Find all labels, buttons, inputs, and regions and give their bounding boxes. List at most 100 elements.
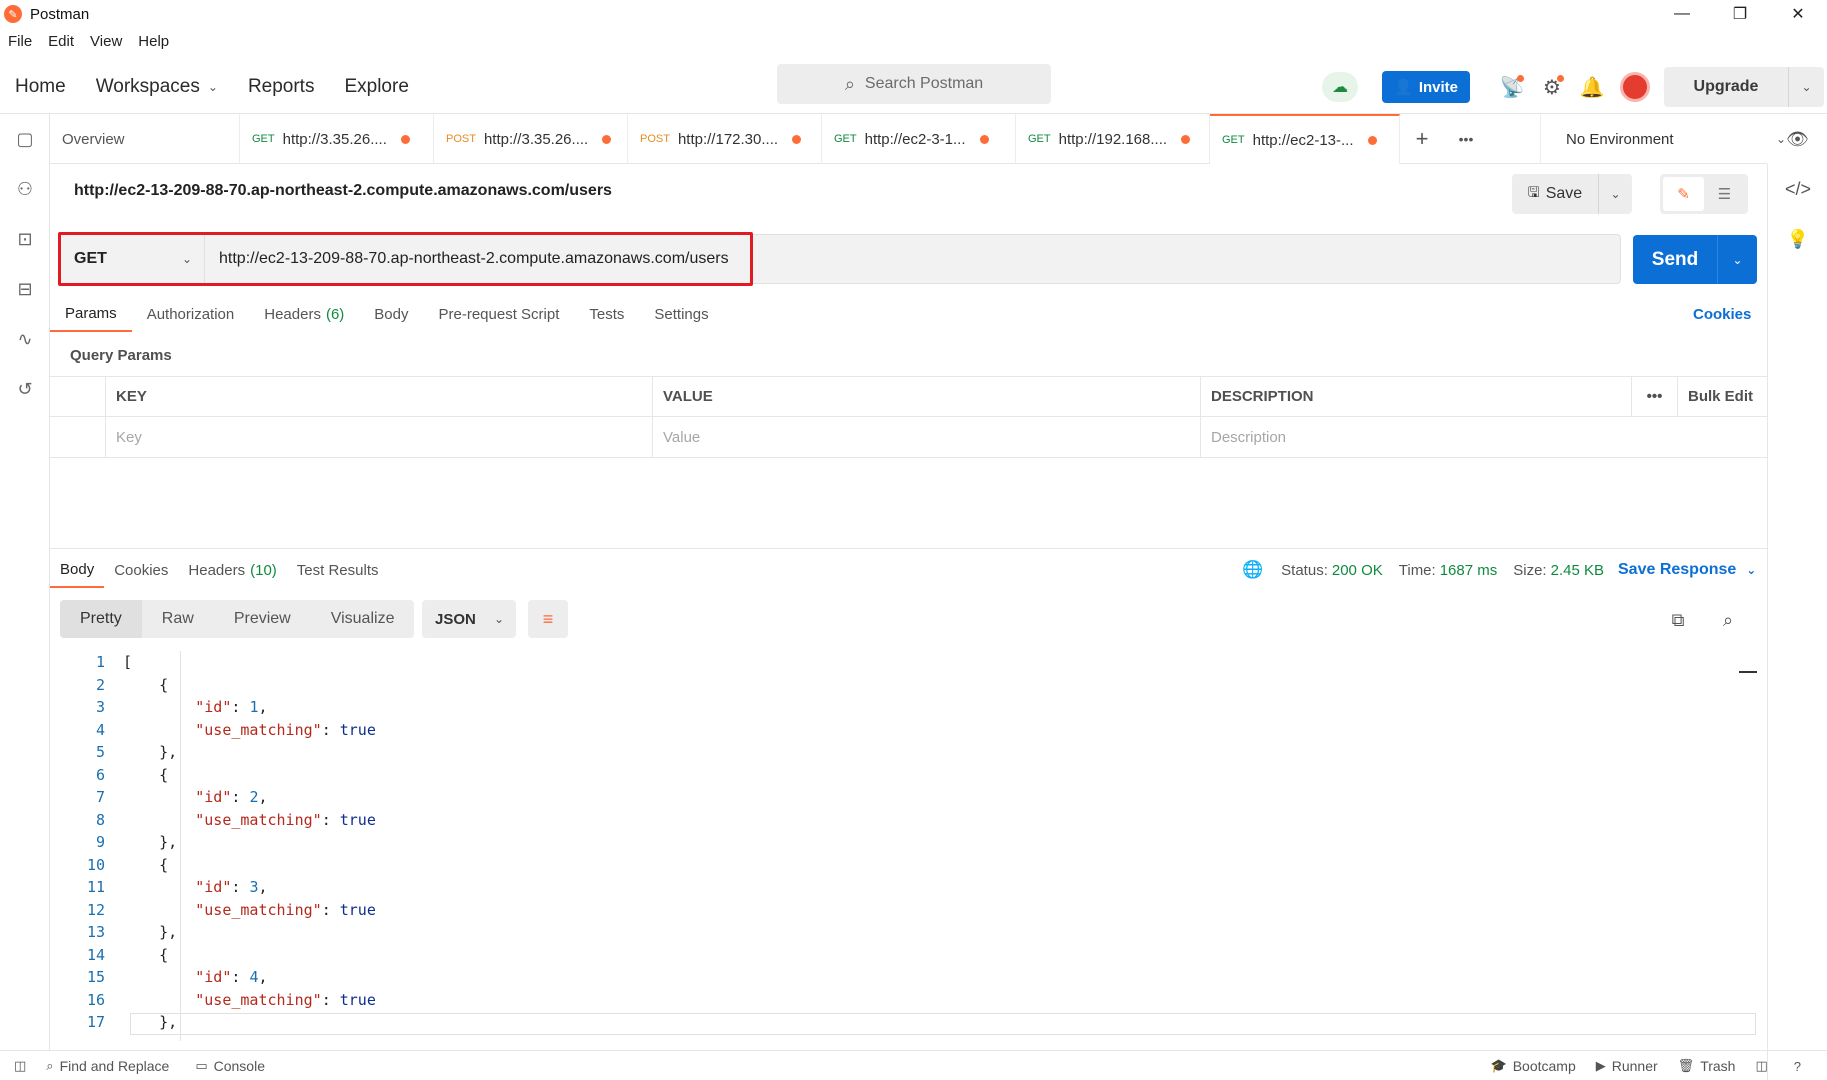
status-value[interactable]: 200 OK [1332, 562, 1383, 579]
checkbox-column [50, 377, 106, 416]
copy-icon[interactable]: ⧉ [1664, 606, 1692, 634]
save-dropdown-chevron-icon[interactable]: ⌄ [1598, 174, 1632, 214]
nav-reports[interactable]: Reports [248, 76, 315, 98]
help-icon[interactable]: ? [1794, 1059, 1807, 1074]
menu-view[interactable]: View [90, 33, 122, 50]
request-tab[interactable]: GET http://ec2-3-1... [822, 114, 1016, 164]
status-bar-right: 🎓 Bootcamp ▶ Runner 🗑 Trash ◫ ? [1491, 1051, 1827, 1080]
param-key-input[interactable]: Key [106, 417, 653, 457]
request-title[interactable]: http://ec2-13-209-88-70.ap-northeast-2.c… [74, 182, 612, 200]
mock-servers-icon[interactable]: ⊟ [0, 264, 50, 314]
upgrade-dropdown-chevron-icon[interactable]: ⌄ [1788, 67, 1824, 107]
edit-pencil-icon[interactable]: ✎ [1663, 177, 1704, 211]
column-options-icon[interactable]: ••• [1632, 377, 1678, 416]
menu-help[interactable]: Help [138, 33, 169, 50]
response-divider[interactable] [50, 548, 1767, 549]
response-tab-cookies[interactable]: Cookies [104, 552, 178, 588]
find-replace-button[interactable]: ⌕ Find and Replace [46, 1058, 169, 1074]
save-response-button[interactable]: Save Response ⌄ [1618, 561, 1756, 579]
tab-overview[interactable]: Overview [50, 114, 240, 164]
avatar[interactable] [1620, 72, 1650, 102]
request-tab[interactable]: POST http://3.35.26.... [434, 114, 628, 164]
request-tab-active[interactable]: GET http://ec2-13-... [1210, 114, 1400, 164]
send-dropdown-chevron-icon[interactable]: ⌄ [1717, 235, 1757, 284]
format-select[interactable]: JSON ⌄ [422, 600, 516, 638]
menu-file[interactable]: File [8, 33, 32, 50]
tab-tests[interactable]: Tests [574, 296, 639, 332]
request-tab[interactable]: GET http://192.168.... [1016, 114, 1210, 164]
menu-edit[interactable]: Edit [48, 33, 74, 50]
param-description-input[interactable]: Description [1201, 417, 1767, 457]
globe-icon[interactable]: 🌐 [1242, 560, 1263, 580]
view-preview[interactable]: Preview [214, 600, 311, 638]
runner-button[interactable]: ▶ Runner [1596, 1058, 1658, 1074]
code-line: 5 }, [50, 741, 1750, 764]
more-tabs-icon[interactable]: ••• [1444, 114, 1488, 164]
search-icon[interactable]: ⌕ [1714, 606, 1742, 634]
send-button[interactable]: Send [1633, 235, 1717, 284]
tab-body[interactable]: Body [359, 296, 423, 332]
tab-params[interactable]: Params [50, 296, 132, 332]
tab-prerequest-script[interactable]: Pre-request Script [424, 296, 575, 332]
nav-explore[interactable]: Explore [344, 76, 408, 98]
apis-icon[interactable]: ⚇ [0, 164, 50, 214]
chevron-down-icon: ⌄ [493, 612, 504, 626]
tab-settings[interactable]: Settings [639, 296, 723, 332]
time-value[interactable]: 1687 ms [1440, 562, 1498, 579]
nav-home[interactable]: Home [15, 76, 66, 98]
response-tab-body[interactable]: Body [50, 552, 105, 588]
cookies-link[interactable]: Cookies [1693, 306, 1751, 323]
console-button[interactable]: ▭ Console [195, 1058, 265, 1074]
close-icon[interactable]: ✕ [1769, 0, 1827, 28]
invite-button[interactable]: 👤 Invite [1382, 71, 1470, 103]
bootcamp-button[interactable]: 🎓 Bootcamp [1491, 1058, 1576, 1074]
comments-icon[interactable]: ☰ [1704, 177, 1745, 211]
param-value-input[interactable]: Value [653, 417, 1201, 457]
collections-icon[interactable]: ▢ [0, 114, 50, 164]
code-text: "use_matching": true [195, 810, 376, 829]
code-snippet-icon[interactable]: </> [1768, 164, 1827, 214]
minimize-icon[interactable]: — [1653, 0, 1711, 28]
environment-quick-look-eye-icon[interactable]: 👁 [1768, 114, 1827, 164]
two-pane-view-icon[interactable]: ◫ [1755, 1058, 1773, 1074]
method-select[interactable]: GET ⌄ [59, 235, 205, 283]
request-tab[interactable]: POST http://172.30.... [628, 114, 822, 164]
size-value[interactable]: 2.45 KB [1551, 562, 1604, 579]
environments-icon[interactable]: ⊡ [0, 214, 50, 264]
console-label: Console [213, 1057, 265, 1074]
add-user-icon: 👤 [1394, 79, 1413, 96]
code-text: "id": 1, [195, 698, 268, 716]
search-input[interactable]: ⌕ Search Postman [777, 64, 1051, 104]
restore-icon[interactable]: ❐ [1711, 0, 1769, 28]
history-icon[interactable]: ↺ [0, 364, 50, 414]
new-tab-plus-icon[interactable]: + [1400, 114, 1444, 164]
lightbulb-icon[interactable]: 💡 [1768, 214, 1827, 264]
save-button[interactable]: 🖫 Save [1512, 174, 1598, 214]
trash-button[interactable]: 🗑 Trash [1678, 1058, 1736, 1074]
response-body-editor[interactable]: 1[2 {3 "id": 1, 4 "use_matching": true 5 }… [50, 651, 1750, 1041]
view-raw[interactable]: Raw [142, 600, 214, 638]
monitors-icon[interactable]: ∿ [0, 314, 50, 364]
console-icon: ▭ [195, 1057, 208, 1073]
bulk-edit-button[interactable]: Bulk Edit [1678, 377, 1767, 416]
view-visualize[interactable]: Visualize [311, 600, 415, 638]
tab-headers[interactable]: Headers (6) [249, 296, 359, 332]
upgrade-button[interactable]: Upgrade [1664, 67, 1788, 107]
satellite-icon[interactable]: 📡 [1492, 67, 1532, 107]
request-tab[interactable]: GET http://3.35.26.... [240, 114, 434, 164]
tab-overview-label: Overview [62, 130, 125, 148]
tab-authorization[interactable]: Authorization [132, 296, 250, 332]
response-tab-test-results[interactable]: Test Results [287, 552, 389, 588]
environment-selector[interactable]: No Environment ⌄ [1540, 114, 1800, 164]
scrollbar-marker[interactable] [1739, 671, 1757, 673]
sync-cloud-icon[interactable]: ☁ [1322, 72, 1359, 102]
line-number: 7 [95, 788, 105, 806]
nav-workspaces[interactable]: Workspaces ⌄ [96, 76, 218, 98]
response-tab-headers[interactable]: Headers (10) [178, 552, 286, 588]
settings-gear-icon[interactable]: ⚙ [1532, 67, 1572, 107]
bell-icon[interactable]: 🔔 [1572, 67, 1612, 107]
wrap-lines-icon[interactable]: ≡ [528, 600, 568, 638]
toggle-sidebar-icon[interactable]: ◫ [14, 1058, 32, 1074]
url-input[interactable]: http://ec2-13-209-88-70.ap-northeast-2.c… [219, 235, 729, 283]
view-pretty[interactable]: Pretty [60, 600, 142, 638]
